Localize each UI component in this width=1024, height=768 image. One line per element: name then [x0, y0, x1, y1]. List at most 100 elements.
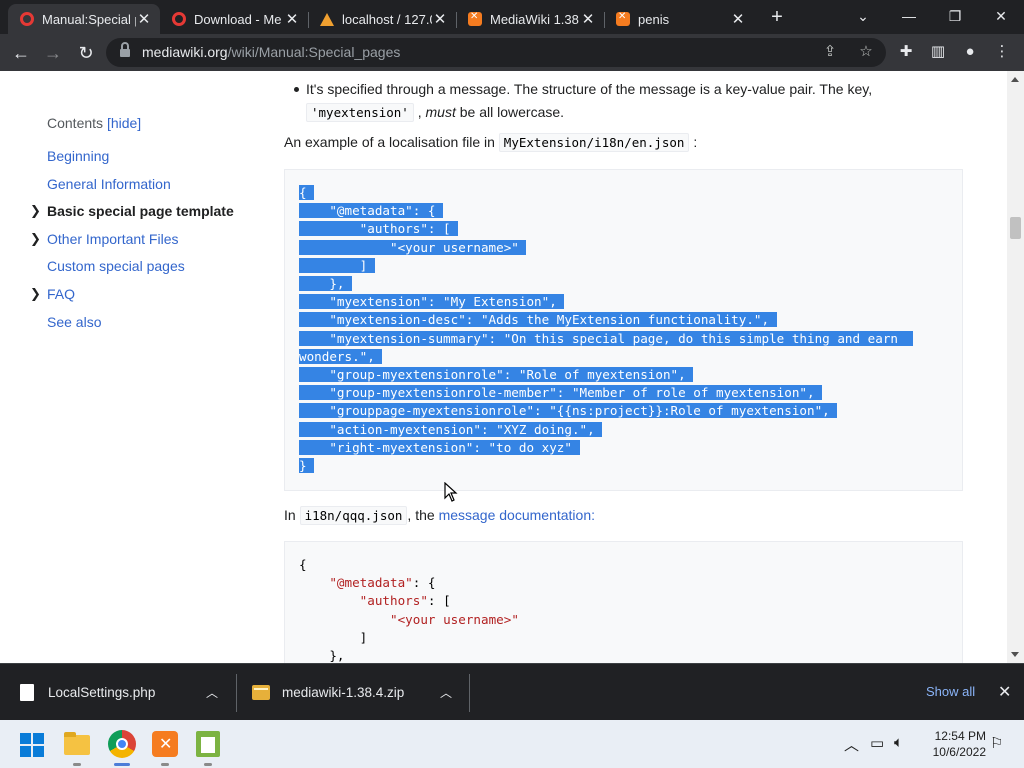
opera-icon [20, 12, 34, 26]
tab-title: Download - Me [194, 11, 282, 27]
code-line[interactable]: "@metadata": { [299, 203, 444, 219]
chevron-right-icon[interactable]: ❯ [30, 286, 41, 302]
bookmark-star-icon[interactable]: ☆ [856, 42, 876, 62]
code-block-qqq-json[interactable]: { "@metadata": { "authors": [ "<your use… [284, 541, 963, 663]
download-divider [236, 674, 237, 712]
code-line[interactable]: { [299, 185, 315, 200]
scroll-thumb[interactable] [1010, 217, 1021, 239]
restore-button[interactable]: ❐ [932, 0, 978, 32]
toc-hide-link[interactable]: [hide] [107, 115, 141, 131]
close-icon[interactable]: ✕ [580, 11, 596, 28]
show-all-button[interactable]: Show all [926, 684, 975, 699]
chevron-right-icon[interactable]: ❯ [30, 203, 41, 219]
network-icon[interactable]: ▭ [870, 734, 884, 752]
download-item-mediawiki-zip[interactable]: mediawiki-1.38.4.zip [252, 664, 404, 721]
notepad-plus-plus-icon[interactable] [196, 731, 220, 757]
back-button[interactable]: ← [8, 40, 34, 66]
forward-button[interactable]: → [40, 40, 66, 66]
toc-title: Contents [47, 115, 104, 131]
code-block-en-json[interactable]: { "@metadata": { "authors": [ "<your use… [284, 169, 963, 491]
profile-avatar-icon[interactable]: ● [960, 42, 980, 62]
share-icon[interactable]: ⇪ [820, 42, 840, 62]
volume-icon[interactable]: 🔈︎ [894, 734, 903, 751]
toc-item-see-also[interactable]: See also [47, 314, 101, 330]
toc-item-custom-special-pages[interactable]: Custom special pages [47, 258, 185, 274]
tab-strip: Manual:Special p ✕ Download - Me ✕ local… [0, 0, 1024, 34]
chrome-icon[interactable] [108, 730, 136, 758]
chevron-right-icon[interactable]: ❯ [30, 231, 41, 247]
menu-kebab-icon[interactable]: ⋮ [992, 42, 1012, 62]
lock-icon[interactable] [120, 42, 130, 58]
download-item-localsettings[interactable]: LocalSettings.php [20, 664, 155, 721]
inline-code-path: MyExtension/i18n/en.json [498, 133, 690, 152]
code-line[interactable]: "myextension": "My Extension", [299, 294, 565, 310]
chevron-up-icon[interactable]: ︿ [206, 684, 218, 701]
minimize-button[interactable]: — [886, 0, 932, 32]
code-line[interactable]: "myextension-summary": "On this special … [299, 330, 914, 346]
code-qqq-json[interactable]: { "@metadata": { "authors": [ "<your use… [299, 556, 519, 663]
side-panel-icon[interactable]: ▥ [928, 42, 948, 62]
toc-item-faq[interactable]: FAQ [47, 286, 75, 302]
tab-penis[interactable]: penis ✕ [604, 4, 754, 34]
tab-localhost-phpmyadmin[interactable]: localhost / 127.0 ✕ [308, 4, 456, 34]
code-line[interactable]: wonders.", [299, 348, 383, 364]
close-icon[interactable]: ✕ [136, 11, 152, 28]
code-line[interactable]: }, [299, 648, 344, 663]
clock-date: 10/6/2022 [932, 745, 986, 759]
tab-manual-special-pages[interactable]: Manual:Special p ✕ [8, 4, 160, 34]
code-line[interactable]: "grouppage-myextensionrole": "{{ns:proje… [299, 403, 838, 419]
reload-button[interactable]: ↻ [73, 40, 99, 66]
url-domain: mediawiki.org [142, 44, 228, 60]
tab-search-chevron-icon[interactable]: ⌄ [840, 0, 886, 32]
scroll-up-icon[interactable] [1011, 77, 1019, 82]
close-icon[interactable]: ✕ [284, 11, 300, 28]
code-line[interactable]: "group-myextensionrole": "Role of myexte… [299, 367, 694, 383]
code-line[interactable]: "myextension-desc": "Adds the MyExtensio… [299, 312, 777, 328]
tab-title: Manual:Special p [42, 11, 136, 27]
inline-code-qqq-path: i18n/qqq.json [299, 506, 408, 525]
example-paragraph: An example of a localisation file in MyE… [284, 133, 697, 152]
scroll-down-icon[interactable] [1011, 652, 1019, 657]
windows-start-icon[interactable] [20, 733, 44, 757]
code-line[interactable]: } [299, 458, 315, 474]
tray-chevron-up-icon[interactable]: ︿ [844, 734, 859, 755]
close-icon[interactable]: ✕ [432, 11, 448, 28]
system-clock[interactable]: 12:54 PM 10/6/2022 [924, 728, 986, 760]
toc-item-other-important-files[interactable]: Other Important Files [47, 231, 179, 247]
code-line[interactable]: "right-myextension": "to do xyz" [299, 439, 580, 455]
address-bar[interactable]: mediawiki.org/wiki/Manual:Special_pages … [106, 38, 886, 67]
tab-mediawiki-setup[interactable]: MediaWiki 1.38. ✕ [456, 4, 604, 34]
code-line[interactable]: "@metadata": { [299, 575, 435, 590]
file-explorer-icon[interactable] [64, 732, 90, 755]
close-icon[interactable]: ✕ [730, 11, 746, 28]
code-line[interactable]: }, [299, 276, 353, 292]
code-line[interactable]: ] [299, 630, 368, 645]
code-line[interactable]: { [299, 557, 307, 572]
tab-download-mediawiki[interactable]: Download - Me ✕ [160, 4, 308, 34]
close-window-button[interactable]: ✕ [978, 0, 1024, 32]
code-line[interactable]: "<your username>" [299, 612, 519, 627]
close-icon[interactable]: ✕ [998, 682, 1011, 702]
new-tab-button[interactable]: + [766, 6, 788, 28]
url-text[interactable]: mediawiki.org/wiki/Manual:Special_pages [142, 44, 400, 60]
code-line[interactable]: "authors": [ [299, 593, 451, 608]
code-line[interactable]: "action-myextension": "XYZ doing.", [299, 421, 603, 437]
code-en-json[interactable]: { "@metadata": { "authors": [ "<your use… [299, 184, 914, 475]
chevron-up-icon[interactable]: ︿ [440, 684, 452, 701]
extensions-puzzle-icon[interactable]: ✚ [896, 42, 916, 62]
code-line[interactable]: ] [299, 257, 375, 273]
message-documentation-link[interactable]: message documentation: [439, 507, 595, 523]
toc-item-general-information[interactable]: General Information [47, 176, 171, 192]
code-line[interactable]: "group-myextensionrole-member": "Member … [299, 385, 823, 401]
code-line[interactable]: "authors": [ [299, 221, 459, 237]
toc-item-beginning[interactable]: Beginning [47, 148, 109, 164]
page-scrollbar[interactable] [1007, 71, 1024, 663]
app-running-indicator [73, 763, 81, 766]
xampp-icon[interactable] [152, 731, 178, 757]
notification-icon[interactable]: ⚐ [990, 734, 1003, 752]
xampp-icon [468, 11, 482, 26]
toc-item-basic-special-page-template[interactable]: Basic special page template [47, 203, 234, 219]
web-page: Contents [hide] Beginning General Inform… [0, 71, 1007, 663]
code-line[interactable]: "<your username>" [299, 239, 527, 255]
in-text: In [284, 507, 296, 523]
